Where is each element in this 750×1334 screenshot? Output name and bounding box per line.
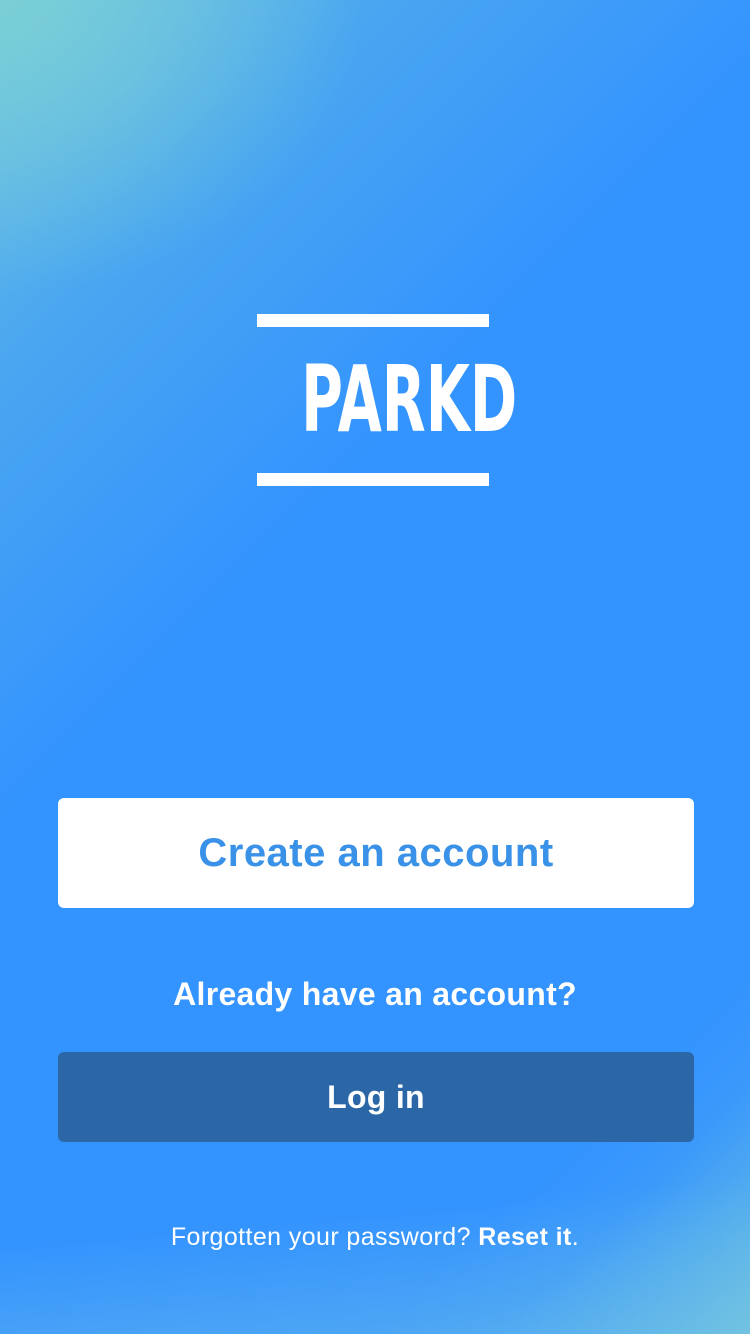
forgot-password-line: Forgotten your password? Reset it.	[0, 1223, 750, 1252]
forgot-password-prompt: Forgotten your password?	[170, 1223, 471, 1251]
already-have-account-text: Already have an account?	[173, 976, 577, 1012]
logo-top-bar	[257, 314, 489, 327]
login-button[interactable]: Log in	[58, 1052, 694, 1142]
forgot-password-period: .	[571, 1223, 580, 1251]
logo-bottom-bar	[257, 473, 489, 486]
login-label: Log in	[327, 1078, 425, 1115]
logo-text: PARKD	[301, 346, 518, 453]
create-account-label: Create an account	[198, 830, 554, 875]
app-logo: PARKD	[257, 314, 518, 486]
reset-password-link[interactable]: Reset it	[478, 1223, 572, 1251]
create-account-button[interactable]: Create an account	[58, 798, 694, 908]
